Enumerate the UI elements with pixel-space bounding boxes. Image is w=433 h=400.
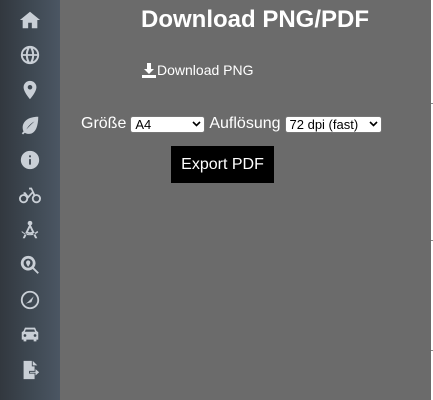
nav-globe[interactable] bbox=[0, 37, 60, 72]
nav-car[interactable] bbox=[0, 317, 60, 352]
nav-bicycle[interactable] bbox=[0, 177, 60, 212]
download-icon bbox=[142, 62, 156, 78]
nav-compass-draw[interactable] bbox=[0, 212, 60, 247]
download-png-link[interactable]: Download PNG bbox=[142, 62, 254, 78]
home-icon bbox=[19, 11, 41, 28]
file-export-icon bbox=[23, 360, 40, 379]
nav-search-location[interactable] bbox=[0, 247, 60, 282]
size-select[interactable]: A4 bbox=[130, 115, 206, 133]
chevron-down-icon bbox=[192, 121, 201, 127]
export-options-row: Größe A4 Auflösung 72 dpi (fast) bbox=[81, 115, 386, 133]
globe-icon bbox=[20, 45, 40, 64]
nav-leaf[interactable] bbox=[0, 107, 60, 142]
resolution-label: Auflösung bbox=[209, 115, 281, 132]
resolution-select-value: 72 dpi (fast) bbox=[289, 116, 359, 132]
chevron-down-icon bbox=[368, 121, 378, 127]
nav-export[interactable] bbox=[0, 352, 60, 387]
nav-compass[interactable] bbox=[0, 282, 60, 317]
resolution-select[interactable]: 72 dpi (fast) bbox=[284, 115, 382, 133]
search-location-icon bbox=[20, 255, 39, 274]
bicycle-icon bbox=[19, 187, 41, 203]
leaf-icon bbox=[21, 116, 39, 135]
nav-home[interactable] bbox=[0, 2, 60, 37]
car-icon bbox=[21, 327, 39, 341]
info-icon bbox=[20, 150, 40, 169]
map-marker-icon bbox=[23, 80, 37, 99]
export-pdf-button[interactable]: Export PDF bbox=[171, 146, 274, 183]
size-label: Größe bbox=[81, 115, 127, 132]
compass-icon bbox=[20, 290, 40, 309]
drafting-compass-icon bbox=[21, 220, 39, 238]
nav-location[interactable] bbox=[0, 72, 60, 107]
sidebar bbox=[0, 0, 60, 400]
page-title: Download PNG/PDF bbox=[141, 6, 369, 33]
nav-info[interactable] bbox=[0, 142, 60, 177]
download-png-label: Download PNG bbox=[157, 62, 254, 78]
export-panel: Download PNG/PDF Download PNG Größe A4 A… bbox=[60, 0, 431, 400]
size-select-value: A4 bbox=[135, 116, 152, 132]
